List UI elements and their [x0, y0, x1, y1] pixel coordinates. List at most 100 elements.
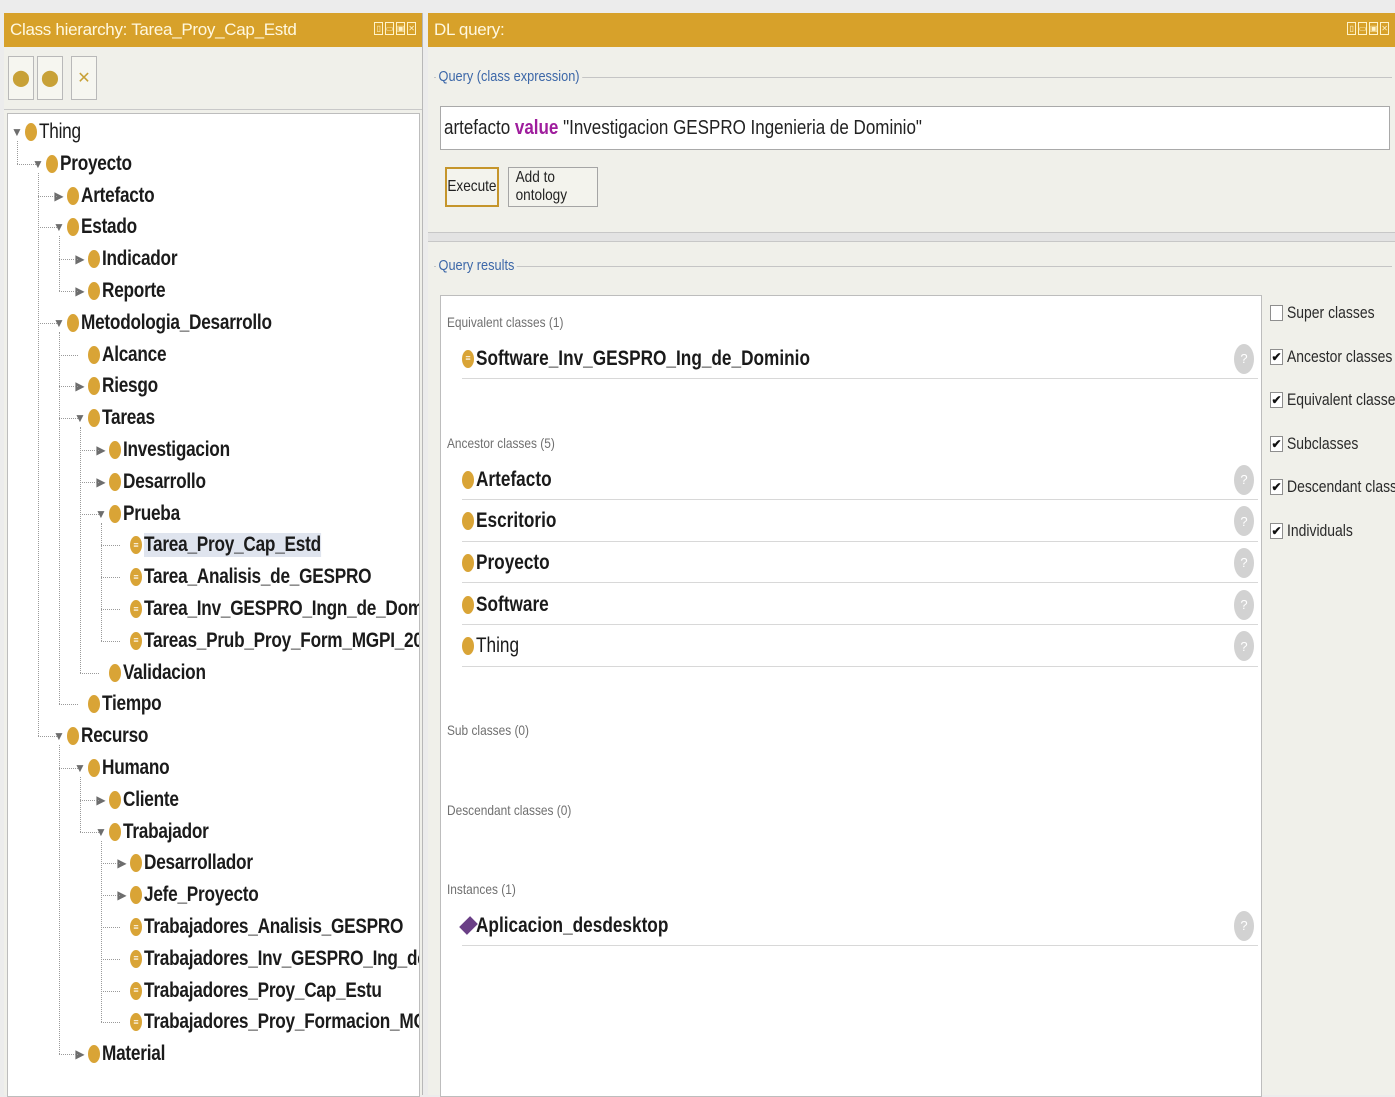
- tree-item[interactable]: ▶ Indicador: [73, 244, 194, 274]
- class-icon: [462, 637, 474, 656]
- option-checkbox[interactable]: [1270, 305, 1283, 321]
- tree-guide-line: [59, 236, 60, 291]
- tree-guide-line: [101, 522, 102, 641]
- equivalent-classes-header: Equivalent classes (1): [447, 314, 564, 330]
- delete-class-icon[interactable]: ✕: [71, 56, 97, 100]
- execute-button[interactable]: Execute: [445, 167, 499, 207]
- split-view-icon[interactable]: ▭: [385, 22, 394, 35]
- option-label: Equivalent classes: [1287, 390, 1395, 410]
- panel-splitter[interactable]: [428, 232, 1395, 242]
- close-view-icon[interactable]: ✕: [1380, 22, 1389, 35]
- instance-row[interactable]: Aplicacion_desdesktop?: [462, 906, 1258, 946]
- tree-guide-line: [80, 777, 81, 832]
- defined-class-icon: ≡: [130, 568, 142, 587]
- class-icon: [67, 186, 79, 205]
- class-result-row[interactable]: Artefacto?: [462, 460, 1258, 500]
- tree-item[interactable]: ▼ Recurso: [52, 721, 163, 751]
- results-group-border: Query results: [434, 257, 1392, 274]
- tree-item[interactable]: ▶ Riesgo: [73, 371, 170, 401]
- tree-item[interactable]: ▼ Metodologia_Desarrollo: [52, 308, 314, 338]
- query-results-list[interactable]: Equivalent classes (1) Ancestor classes …: [440, 295, 1262, 1097]
- close-view-icon[interactable]: ✕: [407, 22, 416, 35]
- tree-item[interactable]: ▶ Cliente: [94, 785, 191, 815]
- tree-item[interactable]: ▼ Trabajador: [94, 817, 227, 847]
- class-result-row[interactable]: ≡ Software_Inv_GESPRO_Ing_de_Dominio?: [462, 339, 1258, 379]
- option-checkbox[interactable]: ✔: [1270, 435, 1283, 452]
- option-checkbox-row[interactable]: ✔ Individuals: [1270, 521, 1367, 541]
- tree-item[interactable]: ▼ Estado: [52, 212, 149, 242]
- tree-item[interactable]: ▶ Investigacion: [94, 435, 253, 465]
- tree-item[interactable]: ≡Tarea_Inv_GESPRO_Ingn_de_Dominio: [115, 594, 419, 624]
- tree-item[interactable]: ▶ Desarrollador: [115, 848, 277, 878]
- result-label: Thing: [476, 634, 520, 658]
- tree-item[interactable]: Alcance: [73, 340, 180, 370]
- tree-item[interactable]: ≡Trabajadores_Proy_Formacion_MGPI_: [115, 1007, 419, 1037]
- explain-help-icon[interactable]: ?: [1234, 506, 1254, 537]
- tree-item[interactable]: ≡ Tareas_Prub_Proy_Form_MGPI_2015: [115, 626, 419, 656]
- option-label: Subclasses: [1287, 433, 1359, 453]
- tree-item[interactable]: Tiempo: [73, 689, 175, 719]
- option-checkbox-row[interactable]: ✔ Subclasses: [1270, 434, 1374, 454]
- option-checkbox[interactable]: ✔: [1270, 479, 1283, 496]
- class-expression-input[interactable]: artefacto value "Investigacion GESPRO In…: [440, 106, 1390, 150]
- individual-icon: [462, 917, 474, 935]
- tree-item[interactable]: ▼ Proyecto: [31, 149, 147, 179]
- float-view-icon[interactable]: ▣: [1369, 22, 1378, 35]
- tree-item[interactable]: ▼ Tareas: [73, 403, 166, 433]
- option-checkbox[interactable]: ✔: [1270, 392, 1283, 409]
- class-tree[interactable]: ▼ Thing ▼ Proyecto ▶ Artefacto ▼ Estado ▶ Indicad…: [7, 113, 420, 1097]
- option-checkbox[interactable]: ✔: [1270, 348, 1283, 365]
- tree-connector: [59, 418, 78, 420]
- expand-toggle-icon[interactable]: ▼: [10, 125, 24, 139]
- option-checkbox-row[interactable]: ✔ Equivalent classes: [1270, 390, 1395, 410]
- tree-connector: [80, 672, 99, 674]
- tree-item[interactable]: ≡ Tarea_Analisis_de_GESPRO: [115, 562, 419, 592]
- tree-item[interactable]: ≡ Trabajadores_Analisis_GESPRO: [115, 912, 419, 942]
- class-result-row[interactable]: Software?: [462, 585, 1258, 626]
- class-icon: [88, 282, 100, 300]
- tree-item[interactable]: ≡ Tarea_Proy_Cap_Estd: [115, 530, 360, 560]
- pin-view-icon[interactable]: ▯: [1347, 22, 1356, 35]
- class-icon: [109, 822, 121, 841]
- explain-help-icon[interactable]: ?: [1234, 589, 1254, 620]
- class-result-row[interactable]: Proyecto?: [462, 543, 1258, 584]
- option-checkbox-row[interactable]: Super classes: [1270, 303, 1394, 323]
- pin-view-icon[interactable]: ▯: [374, 22, 383, 35]
- tree-item[interactable]: ▼ Prueba: [94, 499, 192, 529]
- explain-help-icon[interactable]: ?: [1234, 631, 1254, 662]
- tree-connector: [101, 990, 120, 992]
- result-label: Proyecto: [476, 550, 550, 574]
- tree-item-label: Prueba: [123, 501, 180, 525]
- tree-item[interactable]: ▼ Thing: [10, 117, 90, 147]
- float-view-icon[interactable]: ▣: [396, 22, 405, 35]
- tree-connector: [101, 640, 120, 642]
- tree-item[interactable]: ▶ Desarrollo: [94, 467, 224, 497]
- explain-help-icon[interactable]: ?: [1234, 464, 1254, 495]
- option-checkbox[interactable]: ✔: [1270, 523, 1283, 539]
- class-result-row[interactable]: Thing?: [462, 627, 1258, 667]
- add-sibling-icon[interactable]: ⬤: [37, 56, 63, 100]
- tree-item[interactable]: ≡ Trabajadores_Inv_GESPRO_Ing_de_D: [115, 944, 420, 974]
- tree-item[interactable]: ▶ Reporte: [73, 276, 179, 306]
- explain-help-icon[interactable]: ?: [1234, 547, 1254, 578]
- class-hierarchy-title: Class hierarchy: Tarea_Proy_Cap_Estd: [10, 20, 297, 39]
- explain-help-icon[interactable]: ?: [1234, 343, 1254, 374]
- add-subclass-icon[interactable]: ⬤: [8, 56, 34, 100]
- option-checkbox-row[interactable]: ✔Descendant classes: [1270, 477, 1395, 497]
- tree-connector: [59, 291, 78, 292]
- option-checkbox-row[interactable]: ✔ Ancestor classes: [1270, 347, 1395, 367]
- descendant-classes-header: Descendant classes (0): [447, 802, 572, 818]
- split-view-icon[interactable]: ▭: [1358, 22, 1367, 35]
- add-to-ontology-button[interactable]: Add to ontology: [508, 167, 598, 207]
- tree-item[interactable]: ≡ Trabajadores_Proy_Cap_Estu: [115, 976, 419, 1006]
- tree-connector: [101, 895, 120, 897]
- explain-help-icon[interactable]: ?: [1234, 910, 1254, 941]
- tree-item[interactable]: ▶ Material: [73, 1039, 179, 1069]
- dl-query-titlebar: DL query: ▯ ▭ ▣ ✕: [428, 13, 1395, 47]
- tree-item[interactable]: Validacion: [94, 658, 224, 688]
- tree-item[interactable]: ▶ Jefe_Proyecto: [115, 880, 284, 910]
- tree-item-label: Trabajadores_Inv_GESPRO_Ing_de_D: [144, 946, 420, 970]
- class-result-row[interactable]: Escritorio?: [462, 502, 1258, 542]
- tree-item[interactable]: ▶ Artefacto: [52, 181, 170, 211]
- tree-item[interactable]: ▼ Humano: [73, 753, 184, 783]
